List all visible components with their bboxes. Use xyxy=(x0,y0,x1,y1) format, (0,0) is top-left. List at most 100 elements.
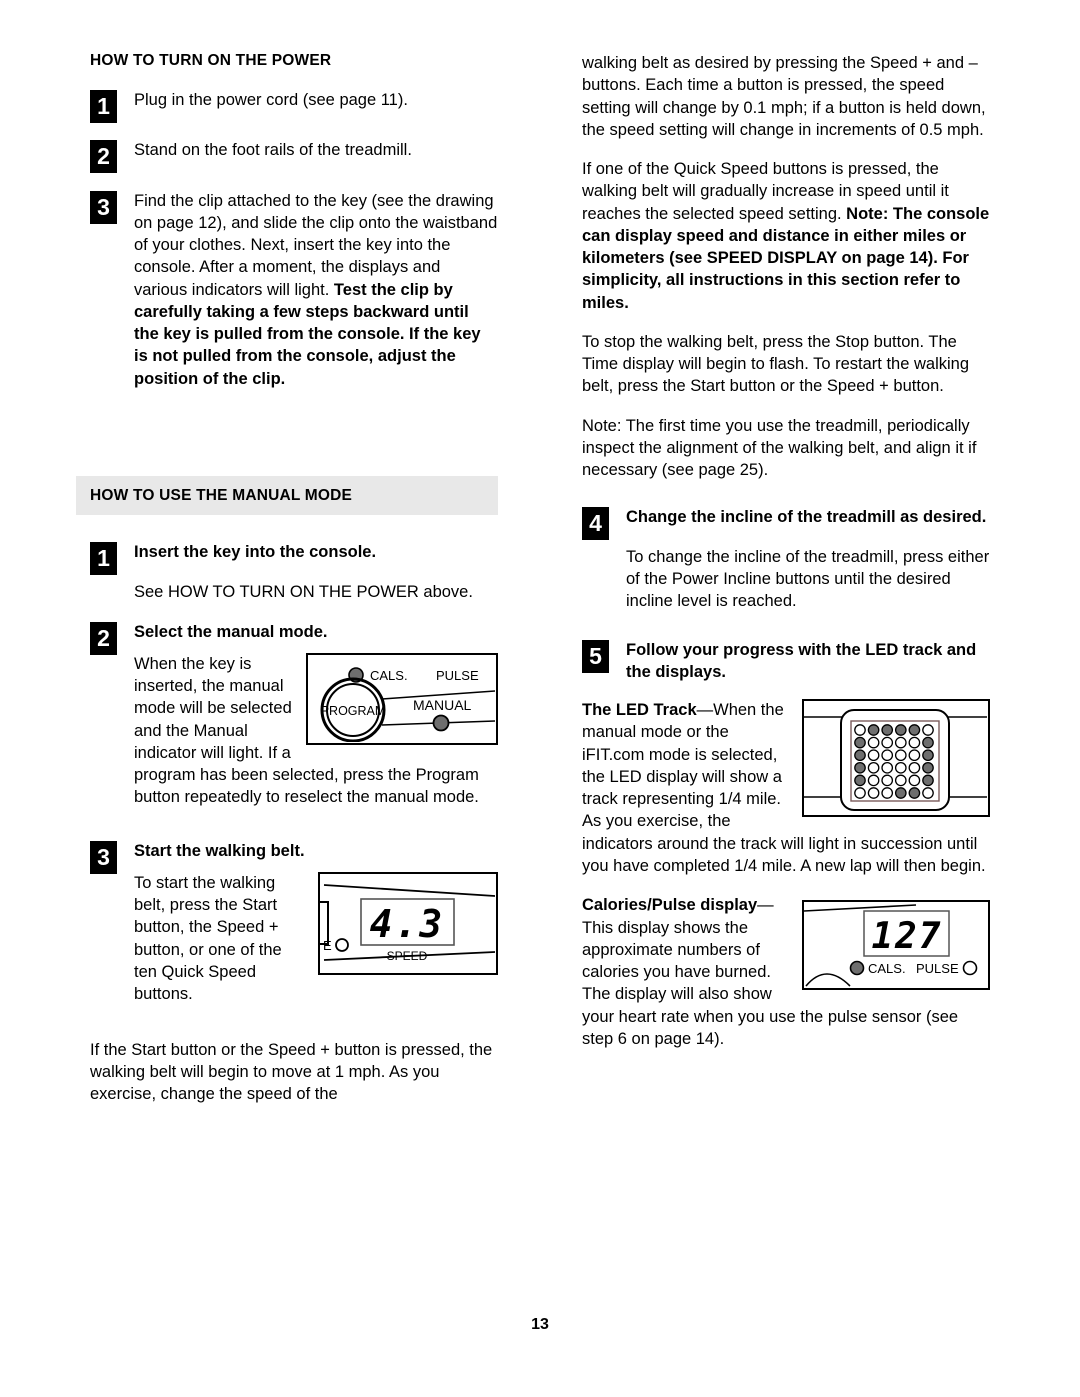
led-dot-off xyxy=(894,736,907,749)
led-dot-off xyxy=(908,749,921,762)
step-number-badge: 1 xyxy=(90,542,117,576)
right-para-alignment-note: Note: The first time you use the treadmi… xyxy=(582,416,977,480)
step-manual-4-body: To change the incline of the treadmill, … xyxy=(626,547,990,611)
led-dot-on xyxy=(922,749,934,762)
console-program-manual-figure: CALS. PULSE PROGRAM MANUAL xyxy=(306,652,498,745)
led-track-svg xyxy=(804,709,987,812)
led-dot-off xyxy=(922,724,934,736)
led-dot-off xyxy=(922,787,934,799)
step-number-badge: 3 xyxy=(90,190,117,224)
led-dot-off xyxy=(894,762,907,774)
page-number: 13 xyxy=(531,1316,549,1333)
pulse-indicator-dot xyxy=(962,960,978,976)
cals-indicator-dot xyxy=(849,960,865,976)
manual-label: MANUAL xyxy=(413,697,472,713)
led-track-term: The LED Track xyxy=(582,701,697,720)
led-dot-off xyxy=(854,724,866,736)
led-dot-on xyxy=(867,724,880,736)
led-dot-off xyxy=(908,774,921,787)
right-para-quick-speed: If one of the Quick Speed buttons is pre… xyxy=(582,158,990,314)
manual-page: HOW TO TURN ON THE POWER 1 Plug in the p… xyxy=(0,0,1080,1397)
cals-label: CALS. xyxy=(370,668,408,683)
right-para-stop-belt: To stop the walking belt, press the Stop… xyxy=(582,332,970,396)
led-dot-off xyxy=(908,736,921,749)
step-manual-3: 3 Start the walking belt. xyxy=(90,840,498,874)
led-dot-on xyxy=(854,774,866,787)
led-dot-off xyxy=(908,762,921,774)
console-contour-line-top xyxy=(323,884,496,897)
step-number-badge: 2 xyxy=(90,621,117,655)
right-para-speed-adjust: walking belt as desired by pressing the … xyxy=(582,54,986,139)
led-dot-off xyxy=(854,787,866,799)
led-dot-off xyxy=(881,774,894,787)
console-contour-curve xyxy=(805,973,851,987)
led-dot-off xyxy=(867,787,880,799)
step-title: Change the incline of the treadmill as d… xyxy=(626,507,987,526)
console-diagram-svg: CALS. PULSE PROGRAM MANUAL xyxy=(320,667,495,742)
step-power-3: 3 Find the clip attached to the key (see… xyxy=(90,190,498,390)
led-dot-off xyxy=(894,749,907,762)
speed-display-svg: E 4.3 SPEED xyxy=(320,884,496,963)
led-dot-on xyxy=(908,724,921,736)
led-track-figure xyxy=(802,699,990,818)
led-dot-on xyxy=(894,724,907,736)
step-title: Insert the key into the console. xyxy=(134,543,377,562)
step-manual-4: 4 Change the incline of the treadmill as… xyxy=(582,506,990,540)
step-title: Start the walking belt. xyxy=(134,841,305,860)
led-dot-on xyxy=(922,774,934,787)
led-dot-on xyxy=(854,749,866,762)
pulse-label: PULSE xyxy=(436,668,479,683)
led-dot-off xyxy=(881,787,894,799)
calories-pulse-term: Calories/Pulse display xyxy=(582,896,758,915)
led-dot-off xyxy=(881,736,894,749)
calories-pulse-svg: 127 CALS. PULSE xyxy=(804,904,978,987)
led-dot-on xyxy=(881,724,894,736)
step-number-badge: 5 xyxy=(582,639,609,673)
step-number-badge: 1 xyxy=(90,90,117,124)
step-power-1: 1 Plug in the power cord (see page 11). xyxy=(90,89,498,124)
step-text: Find the clip attached to the key (see t… xyxy=(134,190,498,390)
program-label: PROGRAM xyxy=(321,704,386,718)
led-dot-off xyxy=(867,774,880,787)
speed-change-paragraph: If the Start button or the Speed + butto… xyxy=(90,1040,493,1104)
step-manual-1: 1 Insert the key into the console. xyxy=(90,541,498,576)
led-dot-on xyxy=(854,762,866,774)
led-dot-on xyxy=(894,787,907,799)
indicator-dot-open xyxy=(335,938,349,952)
led-dot-off xyxy=(867,762,880,774)
led-dot-off xyxy=(867,736,880,749)
led-dot-on xyxy=(922,762,934,774)
step-text: Plug in the power cord (see page 11). xyxy=(134,91,408,110)
edge-label: E xyxy=(323,938,332,953)
step-manual-5: 5 Follow your progress with the LED trac… xyxy=(582,639,990,684)
step-text: Stand on the foot rails of the treadmill… xyxy=(134,141,412,160)
led-dot-on xyxy=(854,736,866,749)
step-number-badge: 4 xyxy=(582,506,609,540)
right-column: walking belt as desired by pressing the … xyxy=(582,52,990,1067)
step-manual-2: 2 Select the manual mode. xyxy=(90,621,498,655)
led-dot-on xyxy=(908,787,921,799)
manual-indicator-dot xyxy=(432,714,450,732)
speed-display-figure: E 4.3 SPEED xyxy=(318,871,498,975)
led-dot-off xyxy=(881,762,894,774)
calories-pulse-display-figure: 127 CALS. PULSE xyxy=(802,900,990,991)
section-heading-power: HOW TO TURN ON THE POWER xyxy=(90,52,332,69)
led-dot-off xyxy=(894,774,907,787)
section-heading-manual-mode: HOW TO USE THE MANUAL MODE xyxy=(76,475,498,516)
speed-value: 4.3 xyxy=(370,902,445,946)
step-manual-1-body: See HOW TO TURN ON THE POWER above. xyxy=(134,583,473,602)
console-contour-line-top xyxy=(804,904,917,913)
led-dot-off xyxy=(881,749,894,762)
step-number-badge: 3 xyxy=(90,840,117,874)
left-column: HOW TO TURN ON THE POWER 1 Plug in the p… xyxy=(76,52,498,1122)
speed-label: SPEED xyxy=(387,949,428,963)
led-dot-on xyxy=(922,736,934,749)
step-power-2: 2 Stand on the foot rails of the treadmi… xyxy=(90,139,498,174)
calories-value: 127 xyxy=(871,916,942,957)
step-title: Select the manual mode. xyxy=(134,622,328,641)
cals-label: CALS. xyxy=(868,961,906,976)
step-number-badge: 2 xyxy=(90,140,117,174)
pulse-label: PULSE xyxy=(916,961,959,976)
led-dot-off xyxy=(867,749,880,762)
step-title: Follow your progress with the LED track … xyxy=(626,640,977,681)
